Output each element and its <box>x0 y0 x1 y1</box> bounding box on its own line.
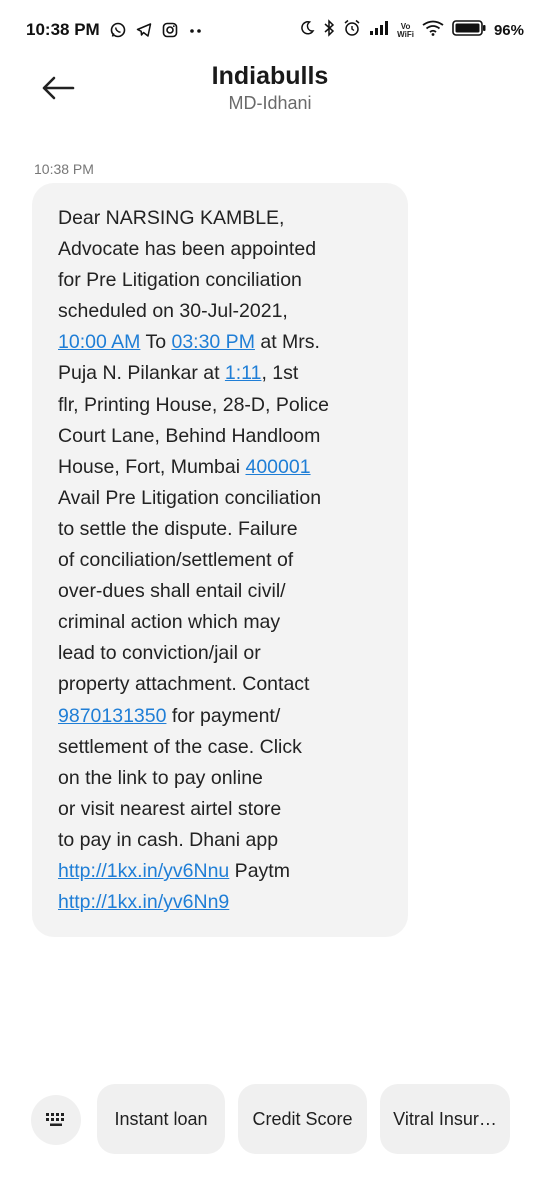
message-text-segment: scheduled on 30-Jul-2021, <box>58 300 288 323</box>
message-text-segment: for payment/ <box>166 704 281 727</box>
message-line: or visit nearest airtel store <box>58 794 408 825</box>
status-time: 10:38 PM <box>26 20 100 39</box>
message-text-segment: flr, Printing House, 28-D, Police <box>58 393 329 416</box>
message-bubble[interactable]: Dear NARSING KAMBLE, Advocate has been ap… <box>32 183 408 937</box>
message-line: over-dues shall entail civil/ <box>58 576 408 607</box>
conversation-title: Indiabulls <box>211 62 329 90</box>
message-text-segment: of conciliation/settlement of <box>58 549 294 572</box>
message-link[interactable]: 03:30 PM <box>171 331 254 353</box>
battery-percent: 96% <box>493 22 524 39</box>
message-line: Puja N. Pilankar at 1:11, 1st <box>58 358 408 389</box>
message-text-segment: lead to conviction/jail or <box>58 642 261 665</box>
message-text-segment: property attachment. Contact <box>58 673 310 696</box>
message-line: House, Fort, Mumbai 400001 <box>58 452 408 483</box>
message-link[interactable]: http://1kx.in/yv6Nn9 <box>58 891 229 913</box>
message-line: http://1kx.in/yv6Nn9 <box>58 887 408 918</box>
vowifi-bottom-label: WiFi <box>397 29 414 39</box>
message-link[interactable]: 10:00 AM <box>58 331 140 353</box>
suggestion-chip-vitral-insurance[interactable]: Vitral Insur… <box>380 1084 510 1154</box>
message-line: Dear NARSING KAMBLE, <box>58 203 408 234</box>
message-text-segment: criminal action which may <box>58 611 281 634</box>
alarm-icon <box>343 19 361 42</box>
message-text-segment: , 1st <box>261 362 299 385</box>
message-text-segment: to pay in cash. Dhani app <box>58 828 279 851</box>
message-text-segment: Avail Pre Litigation conciliation <box>58 486 322 509</box>
message-line: 9870131350 for payment/ <box>58 701 408 732</box>
message-line: for Pre Litigation conciliation <box>58 265 408 296</box>
status-bar: 10:38 PM Vo WiFi 96% <box>0 0 540 62</box>
message-line: http://1kx.in/yv6Nnu Paytm <box>58 856 408 887</box>
message-line: lead to conviction/jail or <box>58 638 408 669</box>
message-text-segment: Paytm <box>229 859 290 882</box>
message-text-segment: House, Fort, Mumbai <box>58 455 246 478</box>
message-line: Avail Pre Litigation conciliation <box>58 483 408 514</box>
message-link[interactable]: http://1kx.in/yv6Nnu <box>58 860 229 882</box>
instagram-icon <box>162 22 178 43</box>
keyboard-icon <box>46 1113 64 1126</box>
message-text-segment: for Pre Litigation conciliation <box>58 269 302 292</box>
message-link[interactable]: 400001 <box>245 456 310 478</box>
message-text-segment: Dear NARSING KAMBLE, <box>58 207 285 229</box>
signal-icon <box>369 20 389 41</box>
message-text-segment: to settle the dispute. Failure <box>58 517 298 540</box>
message-text-segment: settlement of the case. Click <box>58 735 302 758</box>
battery-icon <box>452 20 486 41</box>
vowifi-icon: Vo WiFi <box>397 22 414 39</box>
message-text: Dear NARSING KAMBLE, Advocate has been ap… <box>58 203 408 918</box>
message-text-segment: To <box>140 331 172 354</box>
telegram-icon <box>136 22 152 43</box>
message-timestamp: 10:38 PM <box>34 161 94 177</box>
suggestion-chip-credit-score[interactable]: Credit Score <box>238 1084 367 1154</box>
message-text-segment: at Mrs. <box>254 331 320 354</box>
message-line: settlement of the case. Click <box>58 732 408 763</box>
message-line: 10:00 AM To 03:30 PM at Mrs. <box>58 327 408 358</box>
message-link[interactable]: 9870131350 <box>58 705 166 727</box>
message-line: property attachment. Contact <box>58 669 408 700</box>
message-line: scheduled on 30-Jul-2021, <box>58 296 408 327</box>
message-text-segment: Court Lane, Behind Handloom <box>58 424 321 447</box>
suggestion-chip-instant-loan[interactable]: Instant loan <box>97 1084 225 1154</box>
conversation-subtitle: MD-Idhani <box>228 93 312 113</box>
message-line: on the link to pay online <box>58 763 408 794</box>
message-text-segment: Puja N. Pilankar at <box>58 362 225 385</box>
keyboard-button[interactable] <box>31 1095 81 1145</box>
notification-icons <box>110 22 204 43</box>
moon-icon <box>299 20 315 41</box>
conversation-header: Indiabulls MD-Idhani <box>0 62 540 120</box>
wifi-icon <box>422 20 444 41</box>
message-text-segment: over-dues shall entail civil/ <box>58 580 286 603</box>
message-text-segment: on the link to pay online <box>58 766 263 789</box>
message-text-segment: or visit nearest airtel store <box>58 797 282 820</box>
message-line: flr, Printing House, 28-D, Police <box>58 390 408 421</box>
message-line: Advocate has been appointed <box>58 234 408 265</box>
dots-icon <box>188 22 204 43</box>
whatsapp-icon <box>110 22 126 43</box>
message-line: Court Lane, Behind Handloom <box>58 421 408 452</box>
message-text-segment: Advocate has been appointed <box>58 238 317 261</box>
message-line: criminal action which may <box>58 607 408 638</box>
bluetooth-icon <box>323 19 335 42</box>
message-link[interactable]: 1:11 <box>225 362 262 384</box>
message-line: of conciliation/settlement of <box>58 545 408 576</box>
message-line: to pay in cash. Dhani app <box>58 825 408 856</box>
system-icons: Vo WiFi 96% <box>299 19 524 42</box>
suggestion-bar: Instant loan Credit Score Vitral Insur… <box>0 1080 540 1160</box>
message-line: to settle the dispute. Failure <box>58 514 408 545</box>
